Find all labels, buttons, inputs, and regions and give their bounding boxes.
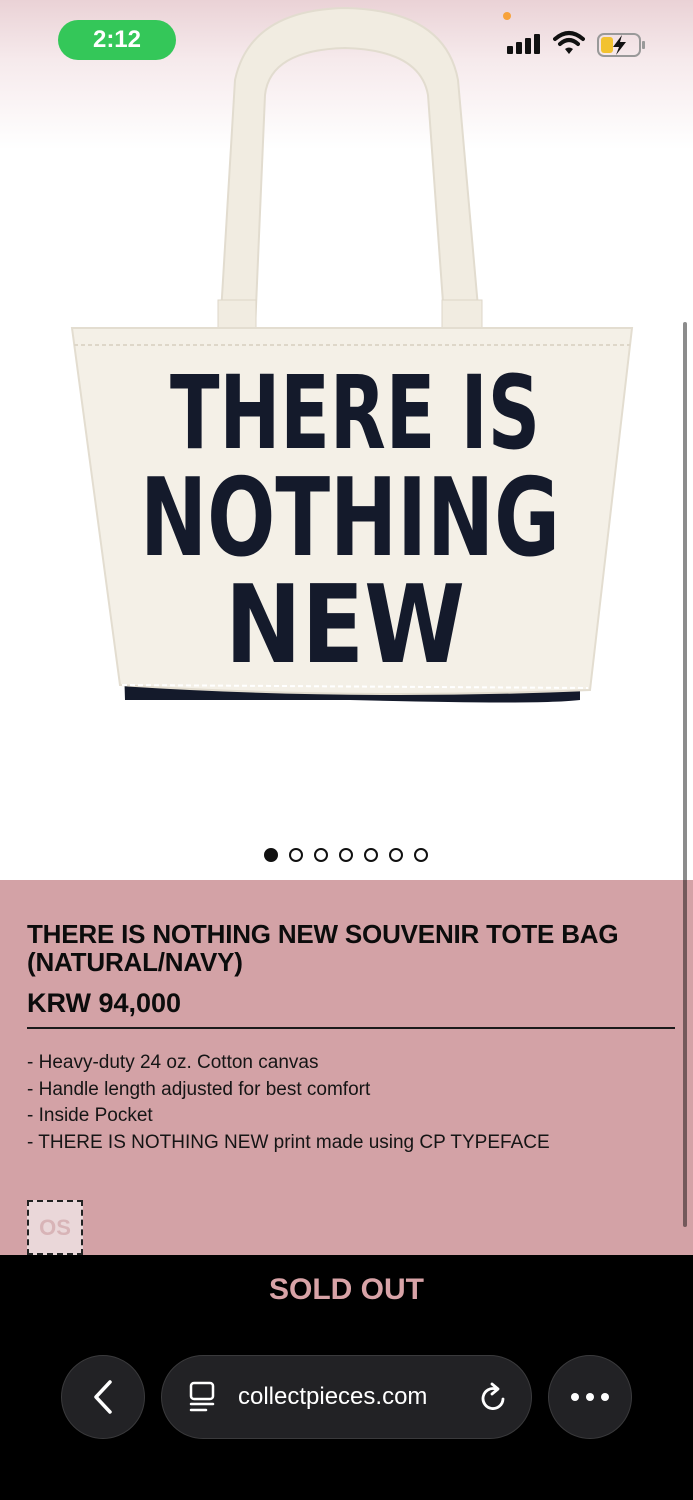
address-bar[interactable]: collectpieces.com xyxy=(161,1355,532,1439)
back-button[interactable] xyxy=(61,1355,145,1439)
sold-out-button[interactable]: SOLD OUT xyxy=(0,1273,693,1307)
image-carousel-indicator[interactable] xyxy=(264,848,428,862)
product-price: KRW 94,000 xyxy=(27,988,182,1018)
product-image[interactable]: THERE IS NOTHING NEW xyxy=(60,0,640,720)
tabs-icon xyxy=(189,1381,215,1412)
more-button[interactable] xyxy=(548,1355,632,1439)
carousel-dot[interactable] xyxy=(264,848,278,862)
product-info-panel: THERE IS NOTHING NEW SOUVENIR TOTE BAG (… xyxy=(0,880,693,1255)
reload-icon[interactable] xyxy=(479,1382,509,1414)
status-bar: 2:12 xyxy=(0,0,693,90)
carousel-dot[interactable] xyxy=(389,848,403,862)
battery-charging-icon xyxy=(597,33,645,57)
carousel-dot[interactable] xyxy=(364,848,378,862)
carousel-dot[interactable] xyxy=(314,848,328,862)
privacy-indicator-dot xyxy=(503,12,511,20)
url-text: collectpieces.com xyxy=(238,1383,428,1410)
description-item: - Inside Pocket xyxy=(27,1105,153,1126)
description-item: - Heavy-duty 24 oz. Cotton canvas xyxy=(27,1052,319,1073)
size-option-os[interactable]: OS xyxy=(27,1200,83,1255)
carousel-dot[interactable] xyxy=(414,848,428,862)
product-title: THERE IS NOTHING NEW SOUVENIR TOTE BAG (… xyxy=(27,919,619,977)
product-image-area[interactable]: THERE IS NOTHING NEW xyxy=(0,0,693,880)
carousel-dot[interactable] xyxy=(339,848,353,862)
bottom-bar: SOLD OUT collectpieces.com xyxy=(0,1255,693,1500)
more-icon xyxy=(571,1393,609,1401)
carousel-dot[interactable] xyxy=(289,848,303,862)
wifi-icon xyxy=(553,31,585,54)
scrollbar[interactable] xyxy=(683,322,687,1227)
description-item: - THERE IS NOTHING NEW print made using … xyxy=(27,1131,550,1153)
description-item: - Handle length adjusted for best comfor… xyxy=(27,1078,371,1100)
bag-print-line-3: NEW xyxy=(225,563,465,688)
status-time: 2:12 xyxy=(58,20,176,60)
back-icon xyxy=(94,1380,112,1414)
cellular-signal-icon xyxy=(507,34,540,54)
divider xyxy=(27,1027,675,1029)
product-description: - Heavy-duty 24 oz. Cotton canvas - Hand… xyxy=(27,1050,667,1156)
